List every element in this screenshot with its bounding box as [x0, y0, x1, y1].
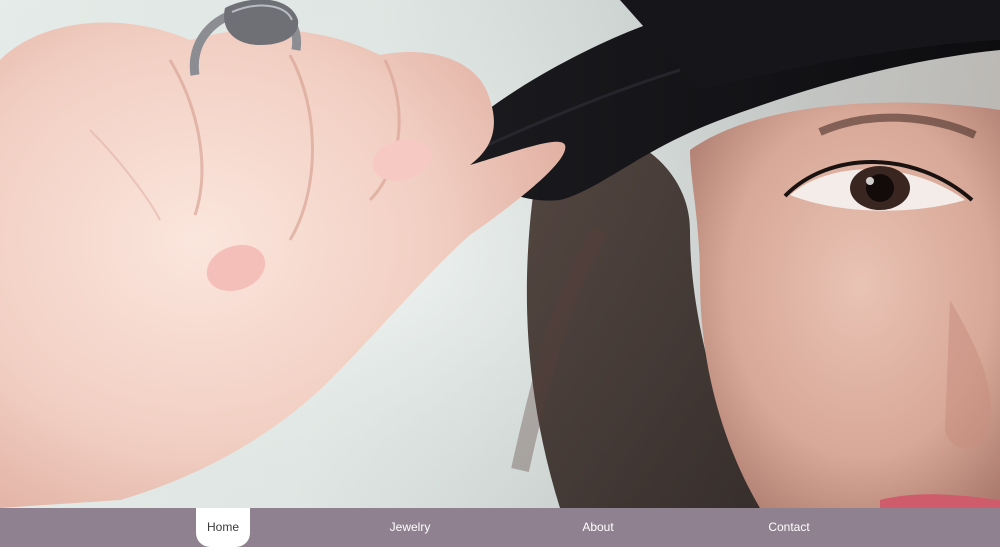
page: Home Jewelry About Contact — [0, 0, 1000, 547]
nav-item-contact[interactable]: Contact — [758, 508, 820, 547]
nav-item-home[interactable]: Home — [196, 508, 250, 547]
hero-photo — [0, 0, 1000, 508]
main-nav-bar: Home Jewelry About Contact — [0, 508, 1000, 547]
nav-item-about-label: About — [582, 520, 614, 534]
hero-illustration — [0, 0, 1000, 508]
nav-item-jewelry[interactable]: Jewelry — [380, 508, 440, 547]
nav-item-contact-label: Contact — [768, 520, 810, 534]
nav-item-home-label: Home — [206, 520, 239, 534]
nav-item-about[interactable]: About — [572, 508, 624, 547]
nav-item-jewelry-label: Jewelry — [389, 520, 431, 534]
